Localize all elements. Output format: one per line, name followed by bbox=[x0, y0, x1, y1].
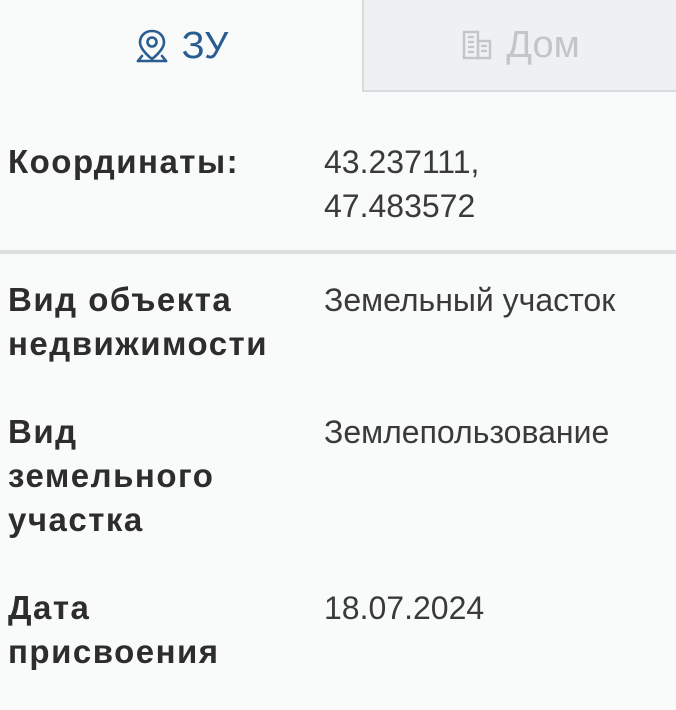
coordinates-latitude: 43.237111, bbox=[324, 144, 480, 180]
building-icon bbox=[460, 28, 494, 62]
land-type-label-line2: земельного bbox=[8, 457, 215, 494]
object-type-label-line1: Вид объекта bbox=[8, 281, 233, 318]
assign-date-label-line1: Дата bbox=[8, 589, 91, 626]
coordinates-value[interactable]: 43.237111, 47.483572 bbox=[324, 140, 479, 228]
tab-dom-label: Дом bbox=[506, 23, 580, 66]
assign-date-label: Дата присвоения bbox=[8, 586, 220, 674]
tab-bar: ЗУ Дом bbox=[0, 0, 676, 96]
tab-zu[interactable]: ЗУ bbox=[0, 0, 362, 92]
land-type-value: Землепользование bbox=[324, 414, 610, 450]
assign-date-label-line2: присвоения bbox=[8, 633, 220, 670]
land-type-label: Вид земельного участка bbox=[8, 410, 214, 542]
coordinates-longitude: 47.483572 bbox=[324, 188, 476, 224]
object-type-label: Вид объекта недвижимости bbox=[8, 278, 268, 366]
tab-dom[interactable]: Дом bbox=[362, 0, 676, 92]
coordinates-label: Координаты: bbox=[8, 143, 240, 180]
object-type-label-line2: недвижимости bbox=[8, 325, 268, 362]
object-type-value: Земельный участок bbox=[324, 282, 616, 318]
section-divider bbox=[0, 250, 676, 254]
tab-zu-label: ЗУ bbox=[181, 24, 229, 67]
assign-date-value: 18.07.2024 bbox=[324, 590, 485, 626]
land-type-label-line3: участка bbox=[8, 501, 144, 538]
land-type-label-line1: Вид bbox=[8, 413, 78, 450]
map-pin-icon bbox=[134, 28, 170, 64]
